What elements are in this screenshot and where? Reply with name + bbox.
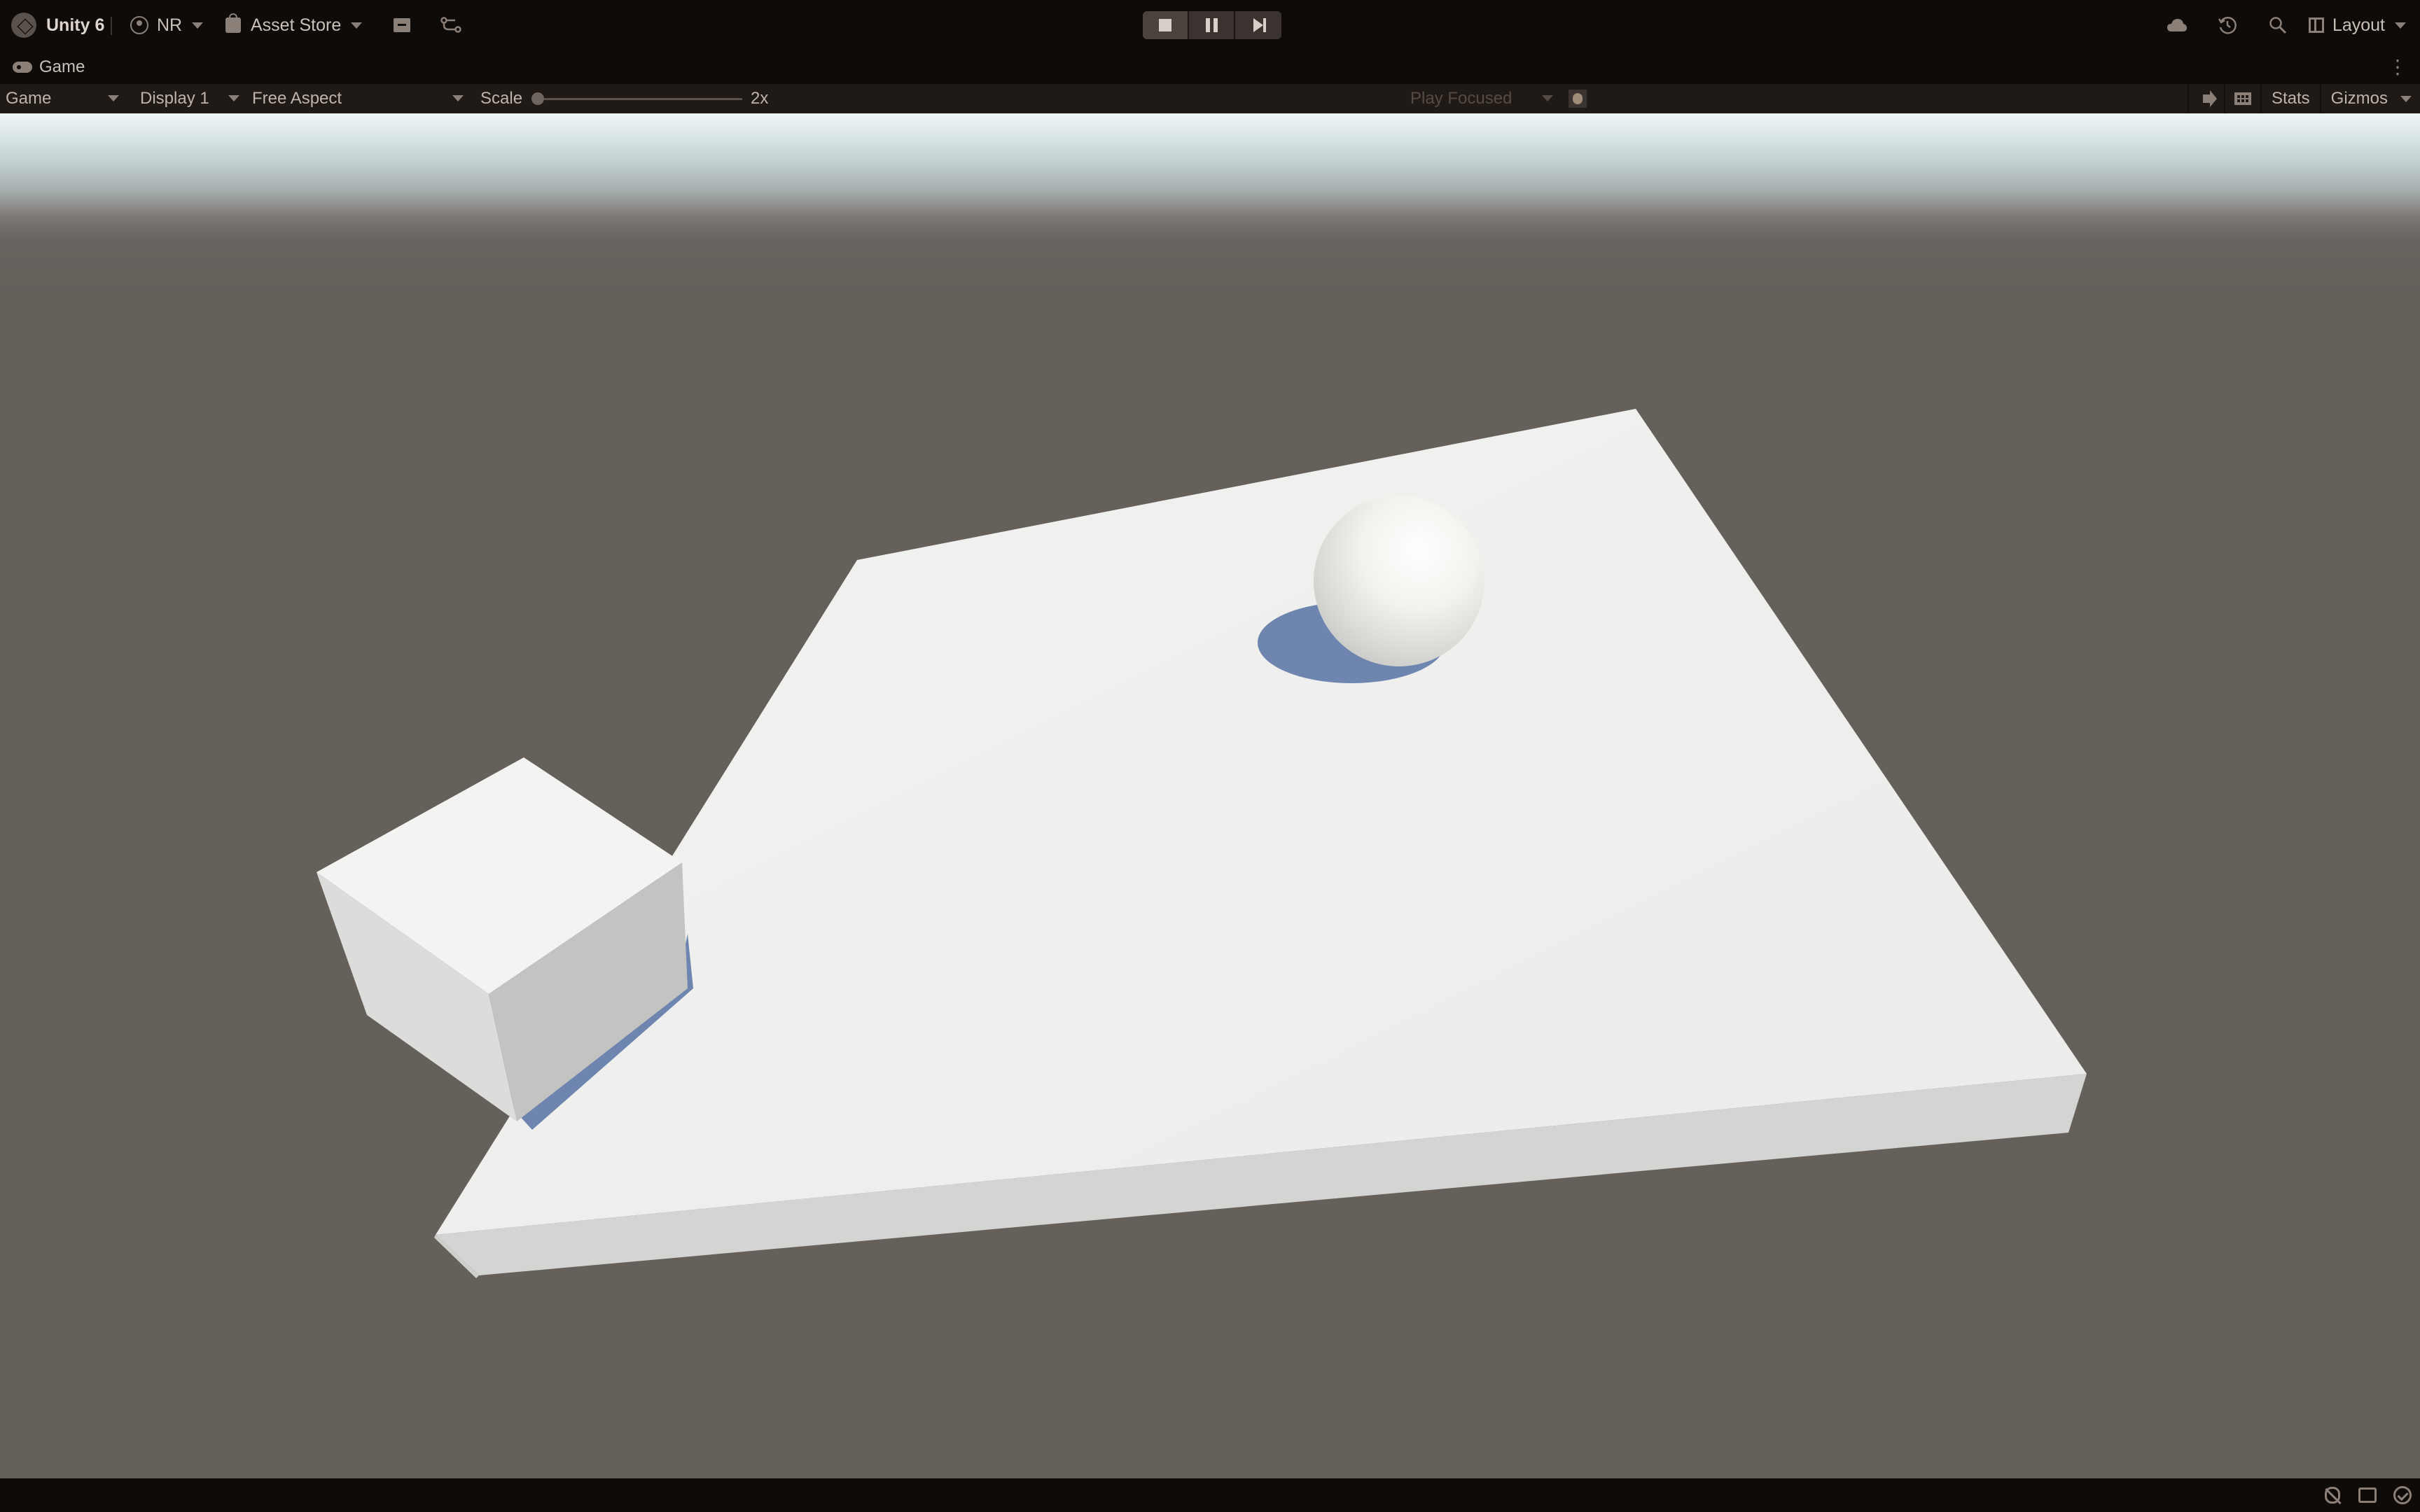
package-manager-button[interactable] <box>391 0 413 50</box>
history-icon <box>2218 17 2237 34</box>
chevron-down-icon <box>2400 96 2412 102</box>
view-select-label: Game <box>6 89 52 108</box>
gamepad-icon <box>13 62 32 73</box>
gizmos-label: Gizmos <box>2330 89 2388 108</box>
layers-button[interactable] <box>2357 1485 2378 1506</box>
game-viewport[interactable] <box>0 113 2420 1478</box>
status-check-button[interactable] <box>2392 1485 2413 1506</box>
gizmos-dropdown[interactable]: Gizmos <box>2319 84 2420 113</box>
pause-button[interactable] <box>1189 11 1235 39</box>
view-select[interactable]: Game <box>6 84 51 113</box>
more-options-icon[interactable]: ⋮ <box>2388 57 2407 77</box>
step-icon <box>1253 18 1266 32</box>
toolbar-right: Layout <box>2152 0 2406 50</box>
keyboard-shortcuts-button[interactable] <box>2223 84 2260 113</box>
layers-icon <box>2358 1488 2377 1503</box>
game-view-toolbar: Game Display 1 Free Aspect Scale 2x Play… <box>0 84 2420 113</box>
cloud-button[interactable] <box>2152 0 2202 50</box>
search-icon <box>2269 17 2286 34</box>
chevron-down-icon <box>1542 95 1553 102</box>
play-controls <box>1143 11 1281 39</box>
scale-slider-track[interactable] <box>538 98 742 100</box>
check-circle-icon <box>2393 1486 2412 1504</box>
chevron-down-icon <box>228 95 239 102</box>
user-icon <box>130 16 148 34</box>
scale-label: Scale <box>480 89 523 108</box>
tab-game-label: Game <box>39 57 85 76</box>
step-button[interactable] <box>1235 11 1281 39</box>
asset-store-label: Asset Store <box>251 15 342 35</box>
search-button[interactable] <box>2253 0 2303 50</box>
unity-logo-icon <box>11 13 36 38</box>
display-select-label: Display 1 <box>140 89 209 108</box>
chevron-down-icon <box>2395 22 2406 29</box>
debug-mode-button[interactable] <box>2322 1485 2343 1506</box>
toolbar-divider <box>111 17 112 35</box>
sphere <box>1314 496 1484 666</box>
game-toolbar-right: Stats Gizmos <box>2187 84 2420 113</box>
brand-label: Unity 6 <box>46 15 105 35</box>
pause-icon <box>1205 18 1218 32</box>
layout-icon <box>2308 18 2324 33</box>
aspect-select-label: Free Aspect <box>252 89 342 108</box>
chevron-down-icon <box>351 22 363 29</box>
tab-bar: Game ⋮ <box>0 50 2420 84</box>
scene-render <box>317 409 2087 1278</box>
scale-value: 2x <box>751 89 769 108</box>
bug-off-icon <box>2325 1487 2340 1504</box>
bag-icon <box>225 13 241 33</box>
display-select[interactable]: Display 1 <box>140 84 209 113</box>
scale-slider-thumb[interactable] <box>531 92 544 105</box>
keyboard-icon <box>2234 92 2251 105</box>
account-label: NR <box>157 15 183 35</box>
layout-dropdown[interactable]: Layout <box>2308 15 2406 36</box>
mute-audio-button[interactable] <box>2187 84 2224 113</box>
version-control-button[interactable] <box>440 0 462 50</box>
cloud-icon <box>2167 19 2187 31</box>
package-icon <box>394 18 410 32</box>
aspect-select[interactable]: Free Aspect <box>252 84 342 113</box>
play-focused-select[interactable]: Play Focused <box>1410 84 1512 113</box>
stats-button[interactable]: Stats <box>2260 84 2320 113</box>
stop-button[interactable] <box>1143 11 1189 39</box>
branch-icon <box>440 17 461 33</box>
tab-game[interactable]: Game <box>13 50 85 84</box>
asset-store-dropdown[interactable]: Asset Store <box>225 0 363 50</box>
speaker-icon <box>2202 90 2217 107</box>
history-button[interactable] <box>2202 0 2253 50</box>
chevron-down-icon <box>108 95 119 102</box>
stop-icon <box>1159 19 1171 31</box>
status-icons <box>2322 1478 2413 1512</box>
play-focused-label: Play Focused <box>1410 89 1512 108</box>
chevron-down-icon <box>452 95 464 102</box>
unity-brand[interactable]: Unity 6 <box>11 0 104 50</box>
chevron-down-icon <box>192 22 204 29</box>
account-dropdown[interactable]: NR <box>130 0 204 50</box>
layout-label: Layout <box>2332 15 2385 35</box>
bug-icon[interactable] <box>1569 90 1587 108</box>
status-bar <box>0 1478 2420 1512</box>
main-toolbar: Unity 6 NR Asset Store Layout <box>0 0 2420 50</box>
